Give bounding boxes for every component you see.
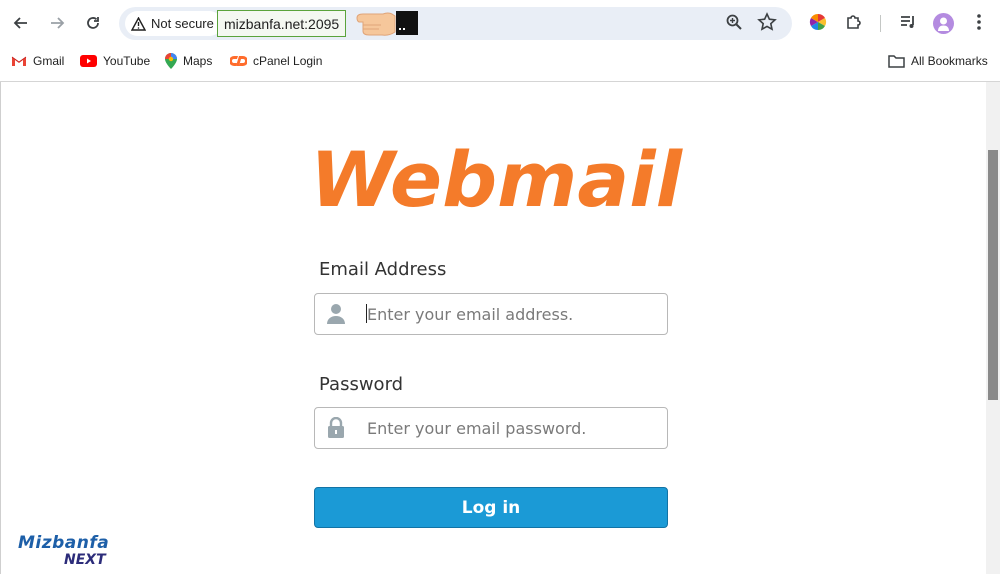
bookmark-maps[interactable]: Maps xyxy=(165,52,212,70)
email-label: Email Address xyxy=(319,259,447,280)
bookmark-label: Maps xyxy=(183,54,213,68)
user-icon xyxy=(327,303,345,324)
bookmark-star-button[interactable] xyxy=(757,12,777,37)
login-button[interactable]: Log in xyxy=(314,487,668,528)
more-vertical-icon xyxy=(977,14,981,30)
bookmark-label: cPanel Login xyxy=(253,54,323,68)
login-button-label: Log in xyxy=(461,497,521,518)
profile-avatar[interactable] xyxy=(933,13,954,34)
star-icon xyxy=(757,12,777,31)
email-input[interactable] xyxy=(365,294,659,334)
bookmark-gmail[interactable]: Gmail xyxy=(11,52,64,70)
gmail-icon xyxy=(11,56,27,66)
mizbanfa-watermark: Mizbanfa NEXT xyxy=(18,534,118,570)
bookmark-cpanel[interactable]: cPanel Login xyxy=(230,52,322,70)
password-input[interactable] xyxy=(365,408,659,448)
browser-toolbar: Not secure mizbanfa.net:2095 xyxy=(0,0,1000,46)
security-indicator[interactable]: Not secure xyxy=(125,11,222,36)
pointing-hand-icon xyxy=(355,5,425,48)
forward-button[interactable] xyxy=(43,9,71,37)
text-caret xyxy=(366,304,367,323)
watermark-line2: NEXT xyxy=(64,552,106,568)
browser-menu-button[interactable] xyxy=(974,13,984,36)
url-text[interactable]: mizbanfa.net:2095 xyxy=(217,10,347,37)
webmail-logo-text: Webmail xyxy=(310,140,683,214)
email-icon-area xyxy=(315,294,357,332)
bookmark-youtube[interactable]: YouTube xyxy=(80,52,150,70)
puzzle-icon xyxy=(847,15,861,29)
back-arrow-icon xyxy=(13,17,27,29)
reload-icon xyxy=(87,17,99,29)
address-bar[interactable]: Not secure mizbanfa.net:2095 xyxy=(119,7,792,40)
scrollbar-thumb[interactable] xyxy=(988,150,998,400)
bookmarks-bar: Gmail YouTube Maps cPanel Login All Book… xyxy=(0,46,1000,76)
color-extension-button[interactable] xyxy=(809,13,827,36)
password-field[interactable] xyxy=(314,407,668,449)
folder-icon xyxy=(888,55,905,68)
warning-triangle-icon xyxy=(131,16,146,31)
all-bookmarks-label: All Bookmarks xyxy=(911,54,988,68)
lock-icon xyxy=(328,416,344,438)
back-button[interactable] xyxy=(7,9,35,37)
webmail-logo: Webmail xyxy=(304,135,688,224)
bookmark-label: Gmail xyxy=(33,54,65,68)
maps-pin-icon xyxy=(165,53,177,69)
color-wheel-icon xyxy=(809,13,827,31)
extensions-button[interactable] xyxy=(845,13,863,36)
all-bookmarks-button[interactable]: All Bookmarks xyxy=(888,52,988,70)
reload-button[interactable] xyxy=(79,9,107,37)
youtube-icon xyxy=(80,55,97,67)
password-label: Password xyxy=(319,374,404,395)
playlist-icon xyxy=(901,16,914,28)
zoom-button[interactable] xyxy=(725,13,743,36)
email-field[interactable] xyxy=(314,293,668,335)
password-icon-area xyxy=(315,408,357,446)
zoom-icon xyxy=(726,14,742,30)
avatar-icon xyxy=(938,17,949,31)
media-controls-button[interactable] xyxy=(899,13,917,36)
forward-arrow-icon xyxy=(51,17,65,29)
url-value: mizbanfa.net:2095 xyxy=(224,15,340,32)
bookmark-label: YouTube xyxy=(103,54,151,68)
toolbar-divider xyxy=(880,15,881,32)
watermark-line1: Mizbanfa xyxy=(18,533,110,553)
security-label: Not secure xyxy=(151,16,214,31)
cpanel-icon xyxy=(230,56,247,66)
